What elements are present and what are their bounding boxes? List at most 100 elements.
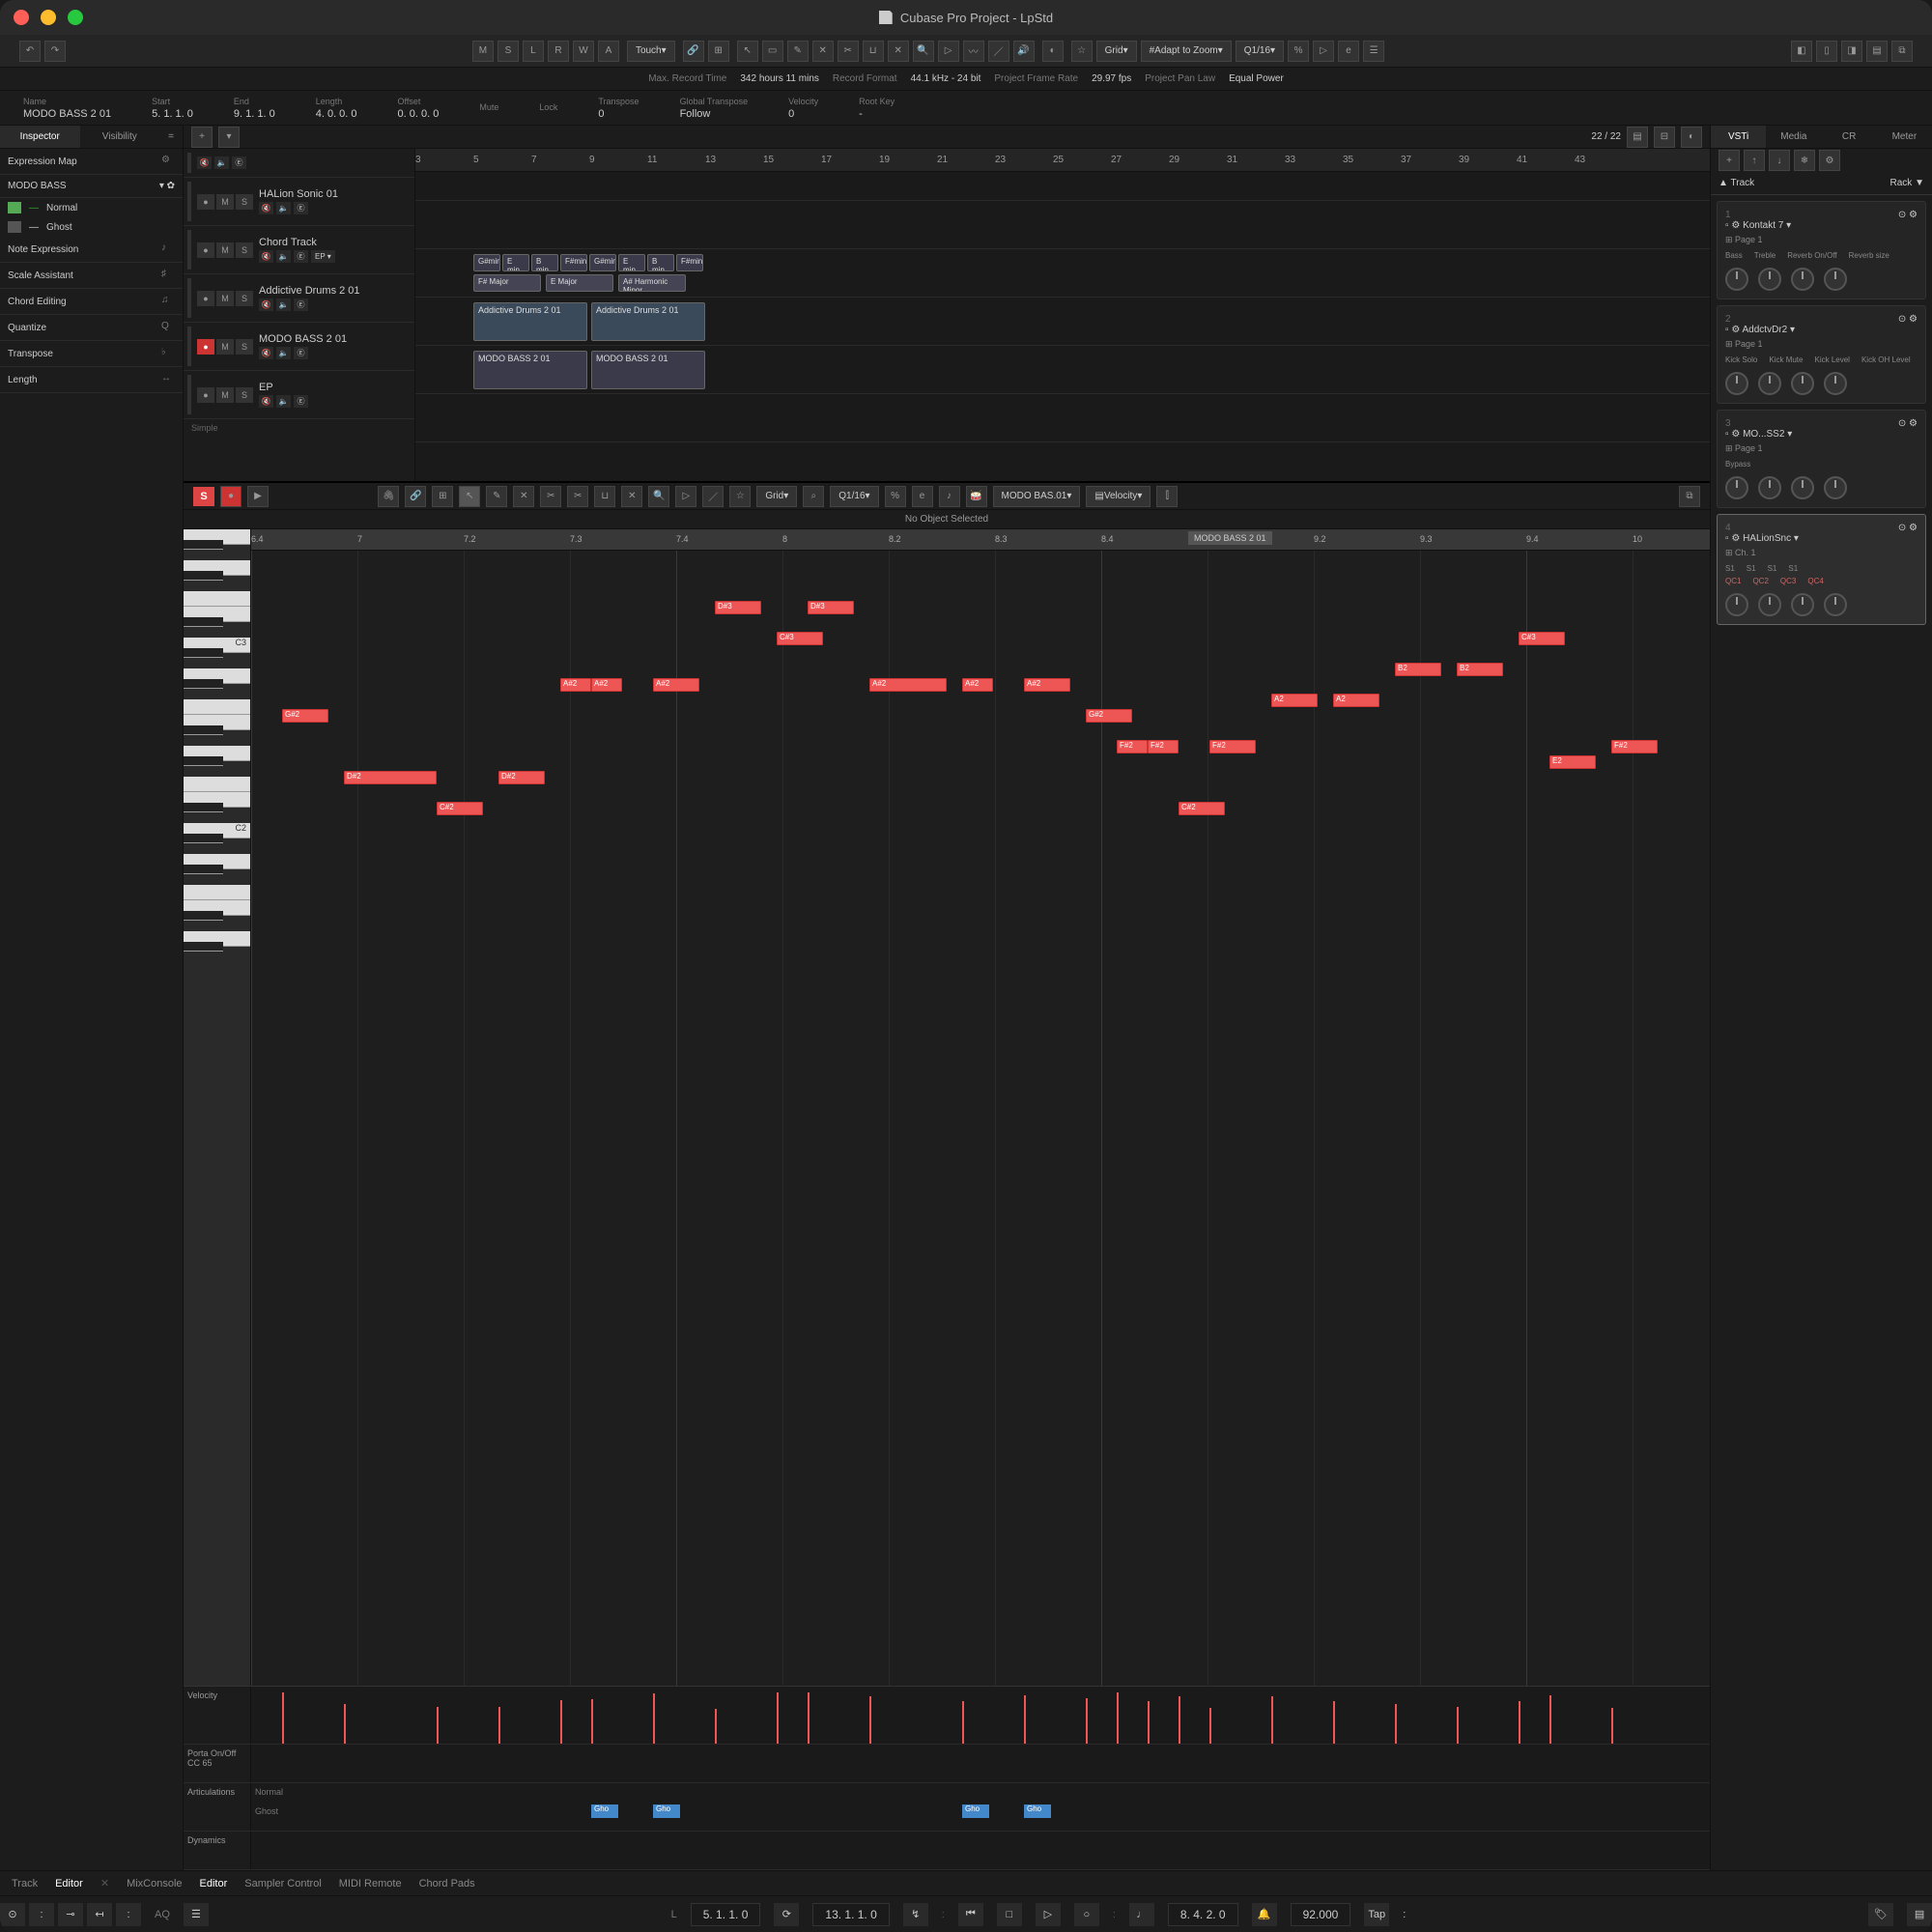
next-instrument-icon[interactable]: ↓	[1769, 150, 1790, 171]
part-offset[interactable]: 0. 0. 0. 0	[398, 108, 440, 120]
tempo-icon[interactable]: ♩	[1129, 1903, 1154, 1926]
chord-clip[interactable]: F#min	[560, 254, 587, 271]
knob[interactable]	[1725, 372, 1748, 395]
ed-tool-erase[interactable]: ✕	[513, 486, 534, 507]
track-mute-button[interactable]: M	[216, 194, 234, 210]
lane-portamento-label[interactable]: Porta On/OffCC 65	[184, 1745, 251, 1782]
midi-note[interactable]: F#2	[1611, 740, 1658, 753]
ed-quantize-select[interactable]: Q 1/16 ▾	[830, 486, 878, 507]
mode-m-button[interactable]: M	[472, 41, 494, 62]
track-row[interactable]: ●MSHALion Sonic 01🔇🔈Ⓔ	[184, 178, 414, 226]
metronome-button[interactable]: 🔔	[1252, 1903, 1277, 1926]
ed-snap-toggle[interactable]: ☆	[729, 486, 751, 507]
chord-clip[interactable]: B min	[531, 254, 558, 271]
tab-mixconsole[interactable]: MixConsole	[127, 1878, 182, 1889]
knob[interactable]	[1791, 268, 1814, 291]
tab-chord-pads[interactable]: Chord Pads	[419, 1878, 475, 1889]
ed-tool-mute[interactable]: ✕	[621, 486, 642, 507]
freeze-icon[interactable]: ❄	[1794, 150, 1815, 171]
knob[interactable]	[1791, 593, 1814, 616]
midi-note[interactable]: F#2	[1117, 740, 1148, 753]
mode-w-button[interactable]: W	[573, 41, 594, 62]
quantize-panel[interactable]: ☰	[1363, 41, 1384, 62]
note-grid[interactable]: G#2D#2C#2D#2A#2A#2A#2D#3C#3D#3A#2A#2A#2G…	[251, 551, 1710, 1686]
section-transpose[interactable]: Transpose♭	[0, 341, 183, 367]
ed-drum-mode[interactable]: 🥁	[966, 486, 987, 507]
knob[interactable]	[1758, 476, 1781, 499]
goto-start-button[interactable]: ⏮	[958, 1903, 983, 1926]
midi-note[interactable]: D#2	[344, 771, 437, 784]
midi-note[interactable]: B2	[1457, 663, 1503, 676]
midi-note[interactable]: B2	[1395, 663, 1441, 676]
minimize-window[interactable]	[41, 10, 56, 25]
velocity-lane[interactable]	[251, 1687, 1710, 1744]
midi-note[interactable]: D#2	[498, 771, 545, 784]
record-button[interactable]: ●	[220, 486, 242, 507]
knob[interactable]	[1758, 593, 1781, 616]
track-row[interactable]: ●MSChord Track🔇🔈ⒺEP ▾	[184, 226, 414, 274]
knob[interactable]	[1791, 372, 1814, 395]
track-menu-button[interactable]: ▾	[218, 127, 240, 148]
track-settings-icon[interactable]: ⊟	[1654, 127, 1675, 148]
punch-mode-button[interactable]: :	[29, 1903, 54, 1926]
ed-tool-constrain[interactable]: ⊞	[432, 486, 453, 507]
ed-tool-scissors[interactable]: ✂	[567, 486, 588, 507]
tab-sampler[interactable]: Sampler Control	[244, 1878, 321, 1889]
snap-type-select[interactable]: Grid ▾	[1096, 41, 1137, 62]
track-row[interactable]: ●MSMODO BASS 2 01🔇🔈Ⓔ	[184, 323, 414, 371]
ed-tool-glue[interactable]: ⊔	[594, 486, 615, 507]
articulations-lane[interactable]: Normal Ghost GhoGhoGhoGho	[251, 1783, 1710, 1831]
audio-clip[interactable]: Addictive Drums 2 01	[473, 302, 587, 341]
midi-note[interactable]: A2	[1333, 694, 1379, 707]
vsti-slot[interactable]: 3⊙ ⚙▫ ⚙ MO...SS2 ▾⊞ Page 1Bypass	[1717, 410, 1926, 508]
knob[interactable]	[1725, 593, 1748, 616]
tab-midi-remote[interactable]: MIDI Remote	[339, 1878, 402, 1889]
quantize-iterative[interactable]: %	[1288, 41, 1309, 62]
knob[interactable]	[1824, 268, 1847, 291]
mode-l-button[interactable]: L	[523, 41, 544, 62]
articulation-marker[interactable]: Gho	[591, 1804, 618, 1818]
tempo-display[interactable]: 92.000	[1291, 1903, 1351, 1926]
lane-dynamics-label[interactable]: Dynamics	[184, 1832, 251, 1869]
midi-note[interactable]: F#2	[1148, 740, 1179, 753]
tool-constrain[interactable]: ⊞	[708, 41, 729, 62]
knob[interactable]	[1824, 593, 1847, 616]
chord-label[interactable]: A# Harmonic Minor	[618, 274, 686, 292]
mode-r-button[interactable]: R	[548, 41, 569, 62]
zone-detach[interactable]: ⧉	[1891, 41, 1913, 62]
track-solo-button[interactable]: S	[236, 291, 253, 306]
portamento-lane[interactable]	[251, 1745, 1710, 1782]
editor-ruler[interactable]: 6.477.27.37.488.28.38.499.29.39.410MODO …	[251, 529, 1710, 551]
part-start[interactable]: 5. 1. 1. 0	[152, 108, 193, 120]
tool-glue[interactable]: ⊔	[863, 41, 884, 62]
timeline-ruler[interactable]: 35791113151719212325272931333537394143	[415, 149, 1710, 172]
track-colors-icon[interactable]: ◐	[1681, 127, 1702, 148]
undo-button[interactable]: ↶	[19, 41, 41, 62]
postroll-button[interactable]: :	[116, 1903, 141, 1926]
tab-track[interactable]: Track	[12, 1878, 38, 1889]
track-row[interactable]: ●MSAddictive Drums 2 01🔇🔈Ⓔ	[184, 274, 414, 323]
locator-menu-icon[interactable]: ↯	[903, 1903, 928, 1926]
sync-icon[interactable]: ▤	[1907, 1903, 1932, 1926]
grid-type-select[interactable]: # Adapt to Zoom ▾	[1141, 41, 1232, 62]
tab-vsti[interactable]: VSTi	[1711, 126, 1766, 148]
section-note-expression[interactable]: Note Expression♪	[0, 237, 183, 263]
track-mute-button[interactable]: M	[216, 242, 234, 258]
tool-warp[interactable]: 〰	[963, 41, 984, 62]
articulation-marker[interactable]: Gho	[962, 1804, 989, 1818]
midi-note[interactable]: E2	[1549, 755, 1596, 769]
ed-tool-warp[interactable]: ▷	[675, 486, 696, 507]
instrument-settings-icon[interactable]: ⚙	[1819, 150, 1840, 171]
quantize-select[interactable]: Q 1/16 ▾	[1236, 41, 1284, 62]
part-global-transpose[interactable]: Follow	[680, 108, 749, 120]
ed-q-iterative[interactable]: %	[885, 486, 906, 507]
chord-clip[interactable]: F#min	[676, 254, 703, 271]
tool-line[interactable]: ／	[988, 41, 1009, 62]
chord-clip[interactable]: E min	[618, 254, 645, 271]
preroll-button[interactable]: ↤	[87, 1903, 112, 1926]
articulation-ghost[interactable]: —Ghost	[0, 217, 183, 237]
midi-note[interactable]: C#2	[437, 802, 483, 815]
ed-tool-draw[interactable]: ✎	[486, 486, 507, 507]
position-display[interactable]: 8. 4. 2. 0	[1168, 1903, 1238, 1926]
tool-draw[interactable]: ✎	[787, 41, 809, 62]
